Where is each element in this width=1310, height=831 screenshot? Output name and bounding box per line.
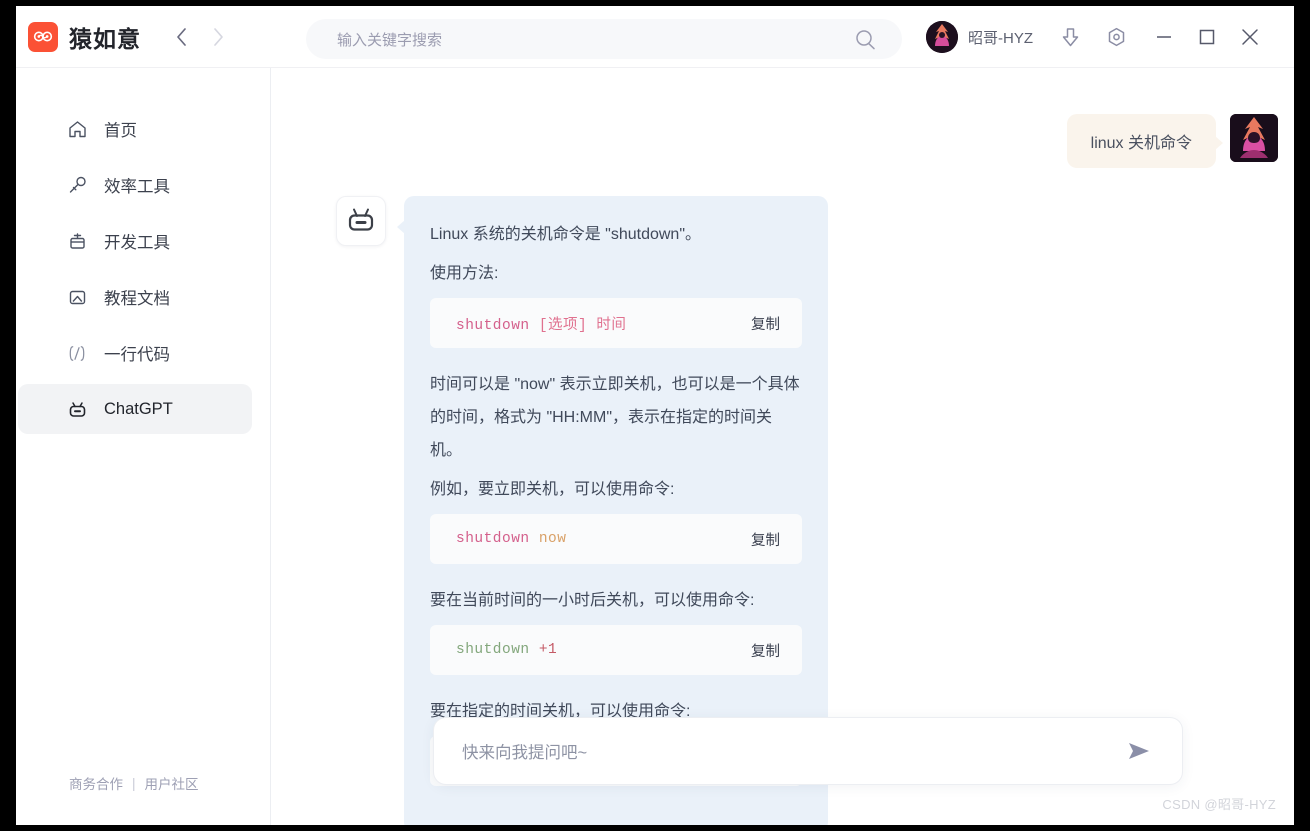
avatar[interactable]	[926, 21, 958, 53]
sidebar-item-one-line-code[interactable]: 一行代码	[18, 328, 252, 378]
code-block: shutdown [选项] 时间 复制	[430, 298, 802, 348]
business-cooperation-link[interactable]: 商务合作	[69, 773, 123, 793]
sidebar-item-label: 效率工具	[104, 178, 170, 196]
page-title: 猿如意	[69, 25, 141, 52]
sidebar-item-label: 教程文档	[104, 290, 170, 308]
code-braces-icon	[66, 343, 88, 364]
nav-arrows	[173, 25, 226, 49]
bot-paragraph-1: Linux 系统的关机命令是 "shutdown"。	[430, 226, 701, 243]
code-block: shutdown +1 复制	[430, 625, 802, 675]
avatar[interactable]	[1230, 114, 1278, 162]
sidebar-item-dev-tools[interactable]: 开发工具	[18, 216, 252, 266]
document-icon	[66, 287, 88, 308]
toolbox-icon	[66, 231, 88, 252]
home-icon	[66, 119, 88, 140]
search-icon[interactable]	[855, 29, 876, 55]
copy-button[interactable]: 复制	[751, 640, 780, 661]
copy-button[interactable]: 复制	[751, 529, 780, 550]
maximize-icon[interactable]	[1196, 26, 1218, 48]
sidebar-item-label: ChatGPT	[104, 399, 173, 418]
search-bar[interactable]: 输入关键字搜索	[306, 19, 902, 59]
message-input[interactable]: 快来向我提问吧~	[462, 739, 1124, 763]
sidebar-item-home[interactable]: 首页	[18, 104, 252, 154]
code-args: now	[529, 531, 567, 547]
close-icon[interactable]	[1239, 26, 1261, 48]
gear-hexagon-icon[interactable]	[1105, 26, 1127, 48]
titlebar-actions	[1059, 26, 1127, 48]
user-message-bubble: linux 关机命令	[1066, 114, 1224, 168]
bot-paragraph-2: 使用方法:	[430, 265, 499, 282]
watermark: CSDN @昭哥-HYZ	[1162, 797, 1276, 812]
sidebar: 首页 效率工具 开发工具 教程文档 一行代码 ChatGPT 商务合作 | 用户…	[16, 68, 271, 825]
code-args: +1	[529, 642, 558, 658]
code-text: shutdown [选项] 时间	[456, 313, 626, 334]
chevron-right-icon[interactable]	[210, 25, 226, 49]
code-text: shutdown +1	[456, 642, 557, 658]
send-arrow-icon[interactable]	[1124, 736, 1154, 766]
sidebar-item-chatgpt[interactable]: ChatGPT	[18, 384, 252, 434]
robot-icon	[66, 399, 88, 420]
code-command: shutdown	[456, 642, 530, 658]
user-community-link[interactable]: 用户社区	[145, 773, 199, 793]
sidebar-item-efficiency-tools[interactable]: 效率工具	[18, 160, 252, 210]
app-window: 猿如意 输入关键字搜索 昭哥-HYZ 首页 效率工具 开发工具 教程文档 一行代…	[16, 6, 1294, 825]
footer-separator: |	[132, 775, 136, 791]
code-text: shutdown now	[456, 531, 566, 547]
bot-paragraph-4: 例如，要立即关机，可以使用命令:	[430, 481, 675, 498]
code-args: [选项] 时间	[529, 317, 627, 334]
sidebar-nav: 首页 效率工具 开发工具 教程文档 一行代码 ChatGPT	[16, 68, 270, 434]
code-command: shutdown	[456, 531, 530, 547]
user-name: 昭哥-HYZ	[968, 29, 1033, 47]
sidebar-item-tutorial-docs[interactable]: 教程文档	[18, 272, 252, 322]
titlebar: 猿如意 输入关键字搜索 昭哥-HYZ	[16, 6, 1294, 68]
code-block: shutdown now 复制	[430, 514, 802, 564]
sidebar-item-label: 首页	[104, 122, 137, 140]
chat-message-user: linux 关机命令	[1066, 114, 1278, 168]
sidebar-item-label: 开发工具	[104, 234, 170, 252]
bot-paragraph-3: 时间可以是 "now" 表示立即关机，也可以是一个具体的时间，格式为 "HH:M…	[430, 376, 800, 459]
message-input-bar[interactable]: 快来向我提问吧~	[434, 718, 1182, 784]
wrench-icon	[66, 175, 88, 196]
bot-paragraph-5: 要在当前时间的一小时后关机，可以使用命令:	[430, 592, 755, 609]
chevron-left-icon[interactable]	[173, 25, 189, 49]
search-input[interactable]: 输入关键字搜索	[337, 29, 442, 50]
robot-icon	[336, 196, 386, 246]
user-zone: 昭哥-HYZ	[926, 6, 1261, 68]
double-spiral-logo-icon	[28, 21, 58, 52]
code-command: shutdown	[456, 317, 530, 334]
chat-area: linux 关机命令 Linux 系统的关机命令是 "shutdown"。 使用…	[272, 68, 1294, 825]
copy-button[interactable]: 复制	[751, 313, 780, 334]
download-arrow-icon[interactable]	[1059, 26, 1081, 48]
sidebar-item-label: 一行代码	[104, 346, 170, 364]
sidebar-footer: 商务合作 | 用户社区	[69, 773, 199, 793]
window-controls	[1153, 26, 1261, 48]
brand-logo[interactable]: 猿如意	[28, 20, 141, 54]
minimize-icon[interactable]	[1153, 26, 1175, 48]
